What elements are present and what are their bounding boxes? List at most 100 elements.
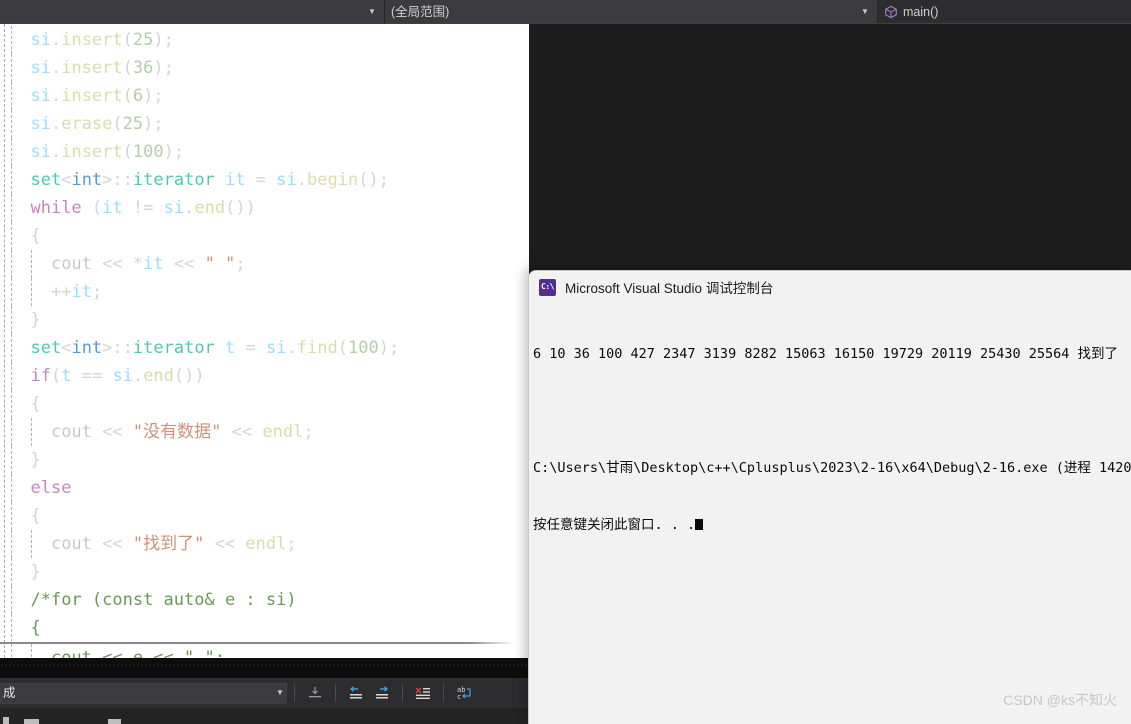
code-token: <<	[214, 534, 236, 554]
code-line[interactable]: ++it;	[0, 278, 529, 306]
code-line[interactable]: si.insert(100);	[0, 138, 529, 166]
code-token: cout	[50, 254, 92, 274]
code-token: (	[337, 338, 348, 358]
console-title-bar[interactable]: C:\ Microsoft Visual Studio 调试控制台	[529, 271, 1131, 303]
code-token: int	[71, 338, 103, 358]
member-selector-combobox[interactable]: main()	[878, 0, 1131, 23]
code-token: 6	[132, 86, 144, 106]
code-line[interactable]: }	[0, 306, 529, 334]
chevron-down-icon[interactable]: ▼	[274, 682, 286, 704]
debug-console-window[interactable]: C:\ Microsoft Visual Studio 调试控制台 6 10 3…	[528, 270, 1131, 724]
build-output-value: 成	[3, 685, 16, 700]
code-token: )	[378, 338, 389, 358]
console-app-icon-label: C:\	[541, 282, 554, 291]
chevron-down-icon[interactable]: ▼	[366, 1, 378, 23]
code-token: (	[122, 58, 133, 78]
code-token: {	[30, 618, 41, 638]
code-line[interactable]: }	[0, 446, 529, 474]
code-line[interactable]: {	[0, 390, 529, 418]
console-exit-line: C:\Users\甘雨\Desktop\c++\Cplusplus\2023\2…	[533, 460, 1131, 476]
indent-guide	[10, 644, 12, 658]
code-line[interactable]: cout << e << " ";	[0, 642, 529, 658]
indent-guide	[10, 474, 12, 502]
indent-guide	[10, 110, 12, 138]
code-line[interactable]: else	[0, 474, 529, 502]
chevron-down-icon[interactable]: ▼	[859, 1, 871, 23]
outdent-left-icon[interactable]	[345, 683, 367, 703]
taskbar-icon-ghost[interactable]	[3, 717, 9, 724]
indent-marker-icon[interactable]	[304, 683, 326, 703]
code-token: it	[143, 254, 164, 274]
indent-guide	[10, 390, 12, 418]
code-line[interactable]: }	[0, 558, 529, 586]
code-token: (	[91, 198, 103, 218]
code-editor-pane[interactable]: si.insert(25); si.insert(36); si.insert(…	[0, 24, 529, 658]
strip-dot-pattern	[0, 663, 529, 667]
code-token: end	[194, 198, 226, 218]
code-token: (	[122, 30, 133, 50]
code-token: else	[30, 478, 72, 498]
code-token: )	[143, 114, 154, 134]
code-line[interactable]: si.insert(25);	[0, 26, 529, 54]
code-token: ())	[225, 198, 256, 218]
word-wrap-icon[interactable]: ab c	[453, 683, 475, 703]
indent-guide	[10, 26, 12, 54]
code-line[interactable]: si.erase(25);	[0, 110, 529, 138]
code-line[interactable]: set<int>::iterator t = si.find(100);	[0, 334, 529, 362]
scope-selector-combobox[interactable]: (全局范围) ▼	[385, 0, 878, 23]
code-line[interactable]: {	[0, 502, 529, 530]
windows-taskbar-sliver[interactable]	[0, 708, 529, 724]
code-token: si	[276, 170, 297, 190]
indent-guide	[10, 614, 12, 642]
clear-all-icon[interactable]	[412, 683, 434, 703]
code-line[interactable]: si.insert(36);	[0, 54, 529, 82]
code-token: si	[30, 30, 51, 50]
taskbar-icon-ghost[interactable]	[24, 719, 39, 724]
indent-guide	[10, 502, 12, 530]
code-token: {	[30, 506, 41, 526]
project-selector-combobox[interactable]: ▼	[0, 0, 385, 23]
code-token: ;	[153, 86, 164, 106]
code-token: <<	[231, 422, 253, 442]
console-output-area[interactable]: 6 10 36 100 427 2347 3139 8282 15063 161…	[529, 303, 1131, 573]
code-line[interactable]: if(t == si.end())	[0, 362, 529, 390]
code-line[interactable]: {	[0, 222, 529, 250]
code-line[interactable]: {	[0, 614, 529, 642]
code-token: si	[112, 366, 133, 386]
scope-selector-value: (全局范围)	[391, 4, 450, 19]
code-token: ;	[163, 58, 174, 78]
code-token: if	[30, 366, 51, 386]
code-line[interactable]: /*for (const auto& e : si)	[0, 586, 529, 614]
taskbar-icon-ghost[interactable]	[108, 719, 121, 724]
code-token: ::	[112, 170, 133, 190]
code-token: <	[61, 170, 72, 190]
code-line[interactable]: set<int>::iterator it = si.begin();	[0, 166, 529, 194]
code-line[interactable]: cout << *it << " ";	[0, 250, 529, 278]
member-selector-value: main()	[903, 4, 939, 19]
code-token: }	[30, 562, 41, 582]
code-token: (	[122, 142, 133, 162]
code-token: <<	[102, 534, 123, 554]
code-line[interactable]: while (it != si.end())	[0, 194, 529, 222]
build-output-combobox[interactable]: 成 ▼	[0, 682, 287, 704]
code-line[interactable]: cout << "没有数据" << endl;	[0, 418, 529, 446]
editor-bottom-strip	[0, 658, 529, 678]
indent-right-icon[interactable]	[371, 683, 393, 703]
code-line[interactable]: cout << "找到了" << endl;	[0, 530, 529, 558]
code-line[interactable]: si.insert(6);	[0, 82, 529, 110]
code-token: cout	[50, 534, 92, 554]
code-token: ;	[378, 170, 389, 190]
